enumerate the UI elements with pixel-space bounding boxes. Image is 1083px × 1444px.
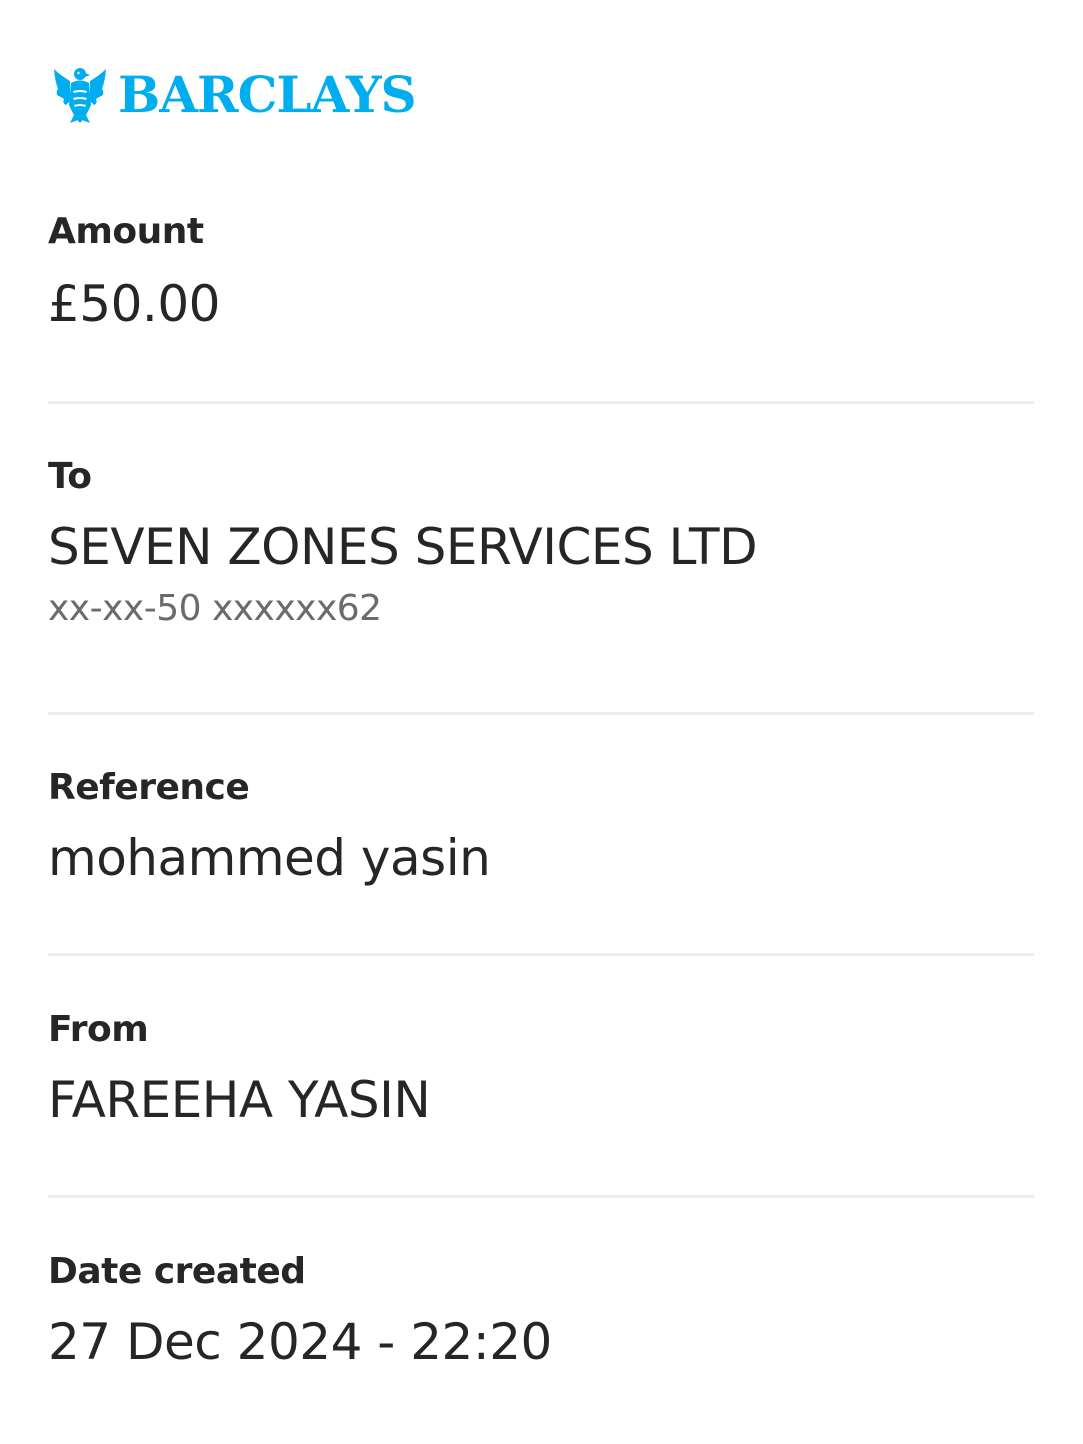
from-section: From FAREEHA YASIN xyxy=(48,1008,1034,1130)
amount-value: £50.00 xyxy=(48,275,220,333)
amount-section: Amount £50.00 xyxy=(48,210,1034,334)
from-value: FAREEHA YASIN xyxy=(48,1071,431,1129)
divider xyxy=(48,1195,1034,1198)
to-section: To SEVEN ZONES SERVICES LTD xx-xx-50 xxx… xyxy=(48,455,1034,631)
from-label: From xyxy=(48,1009,149,1050)
brand-header: BARCLAYS xyxy=(52,64,417,126)
divider xyxy=(48,953,1034,956)
date-created-label: Date created xyxy=(48,1251,306,1292)
reference-label: Reference xyxy=(48,767,250,808)
eagle-icon xyxy=(54,68,106,123)
payee-name: SEVEN ZONES SERVICES LTD xyxy=(48,518,758,576)
to-label: To xyxy=(48,456,92,497)
reference-section: Reference mohammed yasin xyxy=(48,766,1034,888)
divider xyxy=(48,401,1034,404)
reference-value: mohammed yasin xyxy=(48,829,491,887)
payee-account: xx-xx-50 xxxxxx62 xyxy=(48,588,382,629)
divider xyxy=(48,712,1034,715)
amount-label: Amount xyxy=(48,211,204,252)
date-created-section: Date created 27 Dec 2024 - 22:20 xyxy=(48,1250,1034,1372)
brand-wordmark: BARCLAYS xyxy=(118,65,417,124)
date-created-value: 27 Dec 2024 - 22:20 xyxy=(48,1313,552,1371)
